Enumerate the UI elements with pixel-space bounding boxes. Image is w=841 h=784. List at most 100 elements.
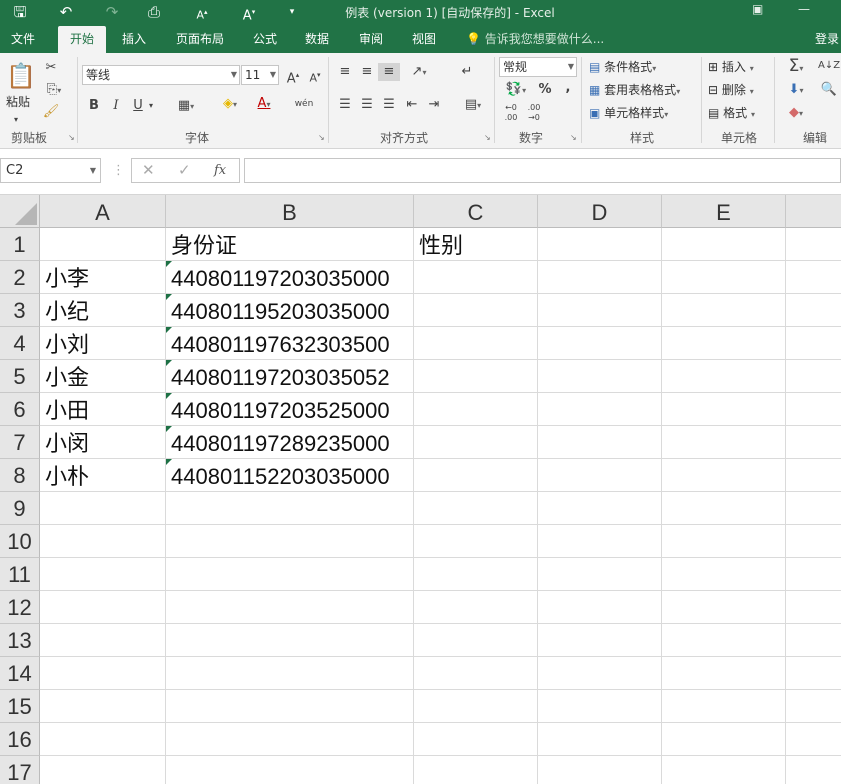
cell-b7[interactable]: 440801197289235000	[166, 426, 414, 459]
format-as-table-button[interactable]: ▦ 套用表格格式▾	[589, 81, 680, 101]
cell-a6[interactable]: 小田	[40, 393, 166, 426]
row-header-15[interactable]: 15	[0, 690, 40, 723]
cell-f7[interactable]	[786, 426, 841, 459]
column-header-c[interactable]: C	[414, 195, 538, 228]
cell-e7[interactable]	[662, 426, 786, 459]
cell-a9[interactable]	[40, 492, 166, 525]
conditional-formatting-button[interactable]: ▤ 条件格式▾	[589, 58, 656, 78]
column-header-b[interactable]: B	[166, 195, 414, 228]
cell-c14[interactable]	[414, 657, 538, 690]
number-launcher-icon[interactable]: ↘	[570, 133, 577, 142]
cell-d14[interactable]	[538, 657, 662, 690]
increase-decimal-icon[interactable]: ←0.00	[501, 103, 521, 123]
redo-icon[interactable]: ↷	[100, 2, 124, 22]
cell-f2[interactable]	[786, 261, 841, 294]
row-header-7[interactable]: 7	[0, 426, 40, 459]
formula-input[interactable]	[244, 158, 841, 183]
row-header-11[interactable]: 11	[0, 558, 40, 591]
borders-icon[interactable]: ▦▾	[172, 97, 200, 116]
cell-a3[interactable]: 小纪	[40, 294, 166, 327]
cell-d3[interactable]	[538, 294, 662, 327]
align-left-icon[interactable]: ☰	[336, 96, 354, 114]
save-icon[interactable]: 🖫	[10, 2, 30, 22]
tab-file[interactable]: 文件	[4, 26, 42, 53]
cell-c13[interactable]	[414, 624, 538, 657]
cell-b15[interactable]	[166, 690, 414, 723]
cell-c9[interactable]	[414, 492, 538, 525]
font-name-select[interactable]: 等线 ▼	[82, 65, 240, 85]
cell-e15[interactable]	[662, 690, 786, 723]
decrease-font-icon[interactable]: A▾	[307, 66, 323, 88]
row-header-3[interactable]: 3	[0, 294, 40, 327]
cell-b13[interactable]	[166, 624, 414, 657]
cell-e4[interactable]	[662, 327, 786, 360]
clipboard-launcher-icon[interactable]: ↘	[68, 133, 75, 142]
align-right-icon[interactable]: ☰	[380, 96, 398, 114]
tab-data[interactable]: 数据	[296, 26, 338, 53]
cell-d2[interactable]	[538, 261, 662, 294]
cell-f4[interactable]	[786, 327, 841, 360]
fill-color-icon[interactable]: ◈▾	[216, 95, 244, 114]
font-shrink-icon[interactable]: A▾	[240, 2, 258, 23]
login-button[interactable]: 登录	[815, 26, 839, 53]
cell-b6[interactable]: 440801197203525000	[166, 393, 414, 426]
insert-cells-button[interactable]: ⊞ 插入 ▾	[708, 58, 754, 78]
font-grow-icon[interactable]: A▴	[193, 2, 211, 22]
autosum-icon[interactable]: Σ▾	[782, 57, 810, 78]
fill-icon[interactable]: ⬇▾	[782, 81, 810, 100]
tab-view[interactable]: 视图	[403, 26, 445, 53]
cell-a11[interactable]	[40, 558, 166, 591]
select-all-button[interactable]	[0, 195, 40, 228]
cell-c5[interactable]	[414, 360, 538, 393]
enter-icon[interactable]: ✓	[178, 161, 191, 179]
align-top-icon[interactable]: ≡	[336, 63, 354, 81]
font-size-select[interactable]: 11 ▼	[241, 65, 279, 85]
cell-e13[interactable]	[662, 624, 786, 657]
cell-b16[interactable]	[166, 723, 414, 756]
ribbon-display-icon[interactable]: ▣	[752, 2, 763, 16]
cell-c16[interactable]	[414, 723, 538, 756]
cell-b8[interactable]: 440801152203035000	[166, 459, 414, 492]
cell-f6[interactable]	[786, 393, 841, 426]
find-select-icon[interactable]: 🔍	[818, 81, 840, 99]
column-header-d[interactable]: D	[538, 195, 662, 228]
row-header-6[interactable]: 6	[0, 393, 40, 426]
cell-f8[interactable]	[786, 459, 841, 492]
paste-button[interactable]: 粘贴	[6, 93, 30, 111]
cell-e8[interactable]	[662, 459, 786, 492]
cell-f1[interactable]	[786, 228, 841, 261]
cell-f10[interactable]	[786, 525, 841, 558]
cell-c17[interactable]	[414, 756, 538, 784]
cell-f15[interactable]	[786, 690, 841, 723]
cell-e16[interactable]	[662, 723, 786, 756]
minimize-icon[interactable]: —	[798, 2, 810, 16]
cell-e1[interactable]	[662, 228, 786, 261]
cell-f13[interactable]	[786, 624, 841, 657]
cell-d5[interactable]	[538, 360, 662, 393]
cell-d13[interactable]	[538, 624, 662, 657]
phonetic-guide-icon[interactable]: wén	[292, 95, 316, 113]
row-header-16[interactable]: 16	[0, 723, 40, 756]
cell-d9[interactable]	[538, 492, 662, 525]
cell-b3[interactable]: 440801195203035000	[166, 294, 414, 327]
font-color-icon[interactable]: A▾	[250, 95, 278, 114]
cell-e17[interactable]	[662, 756, 786, 784]
cell-b1[interactable]: 身份证	[166, 228, 414, 261]
drag-handle-icon[interactable]: ⋮	[112, 163, 125, 178]
cell-f14[interactable]	[786, 657, 841, 690]
cell-a17[interactable]	[40, 756, 166, 784]
cell-b4[interactable]: 440801197632303500	[166, 327, 414, 360]
tab-formulas[interactable]: 公式	[244, 26, 286, 53]
font-launcher-icon[interactable]: ↘	[318, 133, 325, 142]
tell-me-box[interactable]: 💡 告诉我您想要做什么...	[466, 26, 604, 53]
cell-a1[interactable]	[40, 228, 166, 261]
cell-a4[interactable]: 小刘	[40, 327, 166, 360]
decrease-indent-icon[interactable]: ⇤	[403, 96, 421, 114]
row-header-1[interactable]: 1	[0, 228, 40, 261]
cell-d6[interactable]	[538, 393, 662, 426]
cell-b9[interactable]	[166, 492, 414, 525]
number-format-select[interactable]: 常规 ▼	[499, 57, 577, 77]
cell-b5[interactable]: 440801197203035052	[166, 360, 414, 393]
increase-indent-icon[interactable]: ⇥	[425, 96, 443, 114]
orientation-icon[interactable]: ↗▾	[405, 63, 433, 82]
